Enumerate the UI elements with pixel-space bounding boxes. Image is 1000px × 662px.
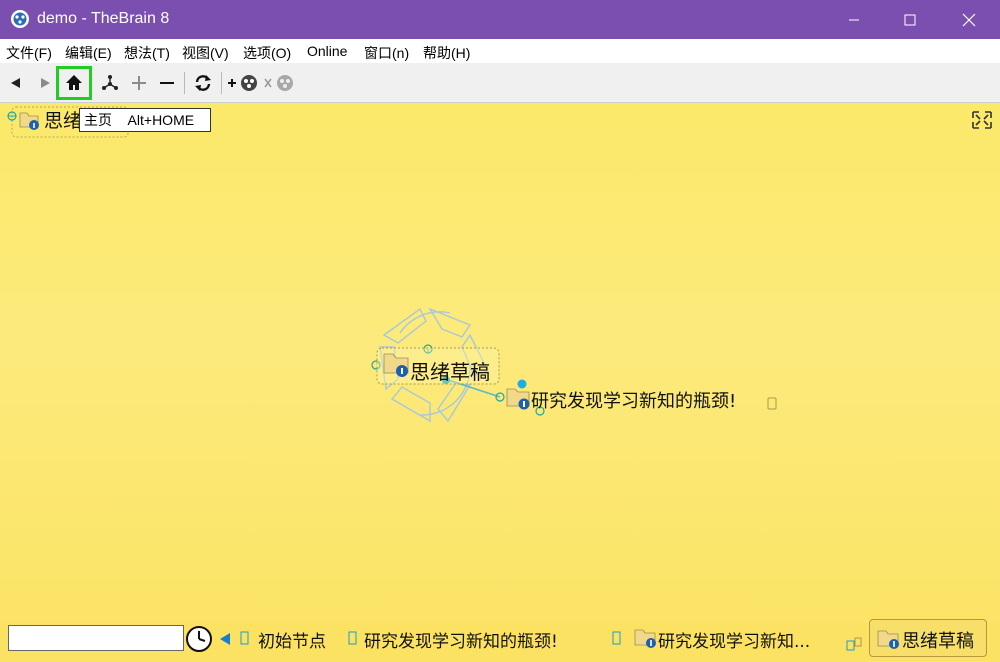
back-arrow-icon xyxy=(11,78,20,88)
current-thought-box[interactable]: 思绪草稿 xyxy=(869,619,987,657)
history-node-icon xyxy=(240,631,249,645)
toolbar-separator xyxy=(184,72,185,94)
note-icon xyxy=(767,397,777,410)
maximize-button[interactable] xyxy=(887,0,933,39)
menu-options[interactable]: 选项(O) xyxy=(243,43,291,63)
toolbar xyxy=(0,63,1000,103)
plex-layout-icon xyxy=(102,75,118,90)
history-back-icon[interactable] xyxy=(218,632,232,646)
current-thought-label: 思绪草稿 xyxy=(902,631,974,652)
zoom-out-button[interactable] xyxy=(156,69,178,97)
child-folder-icon xyxy=(506,388,530,410)
home-icon xyxy=(66,75,82,90)
history-item[interactable]: 研究发现学习新知... xyxy=(658,627,810,652)
current-folder-icon xyxy=(877,630,899,649)
menu-bar: 文件(F) 编辑(E) 想法(T) 视图(V) 选项(O) Online 窗口(… xyxy=(0,39,1000,63)
history-folder-icon xyxy=(634,629,656,648)
refresh-button[interactable] xyxy=(191,69,215,97)
remove-brain-icon xyxy=(264,75,293,91)
add-brain-button[interactable] xyxy=(227,69,261,97)
history-node-icon xyxy=(612,631,621,645)
fullscreen-icon[interactable] xyxy=(972,111,992,129)
back-button[interactable] xyxy=(4,69,26,97)
history-item[interactable]: 研究发现学习新知的瓶颈! xyxy=(364,627,558,652)
pinned-thought-label[interactable]: 思绪 xyxy=(44,106,82,133)
menu-file[interactable]: 文件(F) xyxy=(6,43,52,63)
thebrain-logo-icon xyxy=(11,10,29,28)
plex-layout-button[interactable] xyxy=(98,69,122,97)
minimize-icon xyxy=(849,19,859,20)
forward-button[interactable] xyxy=(34,69,56,97)
remove-brain-button[interactable] xyxy=(263,69,297,97)
history-node-icon xyxy=(846,637,862,651)
history-node-icon xyxy=(348,631,357,645)
close-button[interactable] xyxy=(946,0,992,39)
menu-edit[interactable]: 编辑(E) xyxy=(65,43,112,63)
menu-window[interactable]: 窗口(n) xyxy=(364,43,409,63)
minimize-button[interactable] xyxy=(831,0,877,39)
toolbar-separator xyxy=(221,72,222,94)
home-button[interactable] xyxy=(56,66,92,100)
minus-icon xyxy=(160,82,174,84)
search-input[interactable] xyxy=(8,625,184,651)
plus-icon xyxy=(132,76,146,90)
plex-graphics xyxy=(7,106,992,423)
add-brain-icon xyxy=(228,75,257,91)
plex-canvas[interactable]: 思绪 思绪草稿 研究发现学习新知的瓶颈! xyxy=(0,103,1000,623)
window-title: demo - TheBrain 8 xyxy=(37,10,170,27)
menu-help[interactable]: 帮助(H) xyxy=(423,43,470,63)
maximize-icon xyxy=(904,14,916,25)
home-tooltip: 主页 Alt+HOME xyxy=(79,108,211,132)
history-item[interactable]: 初始节点 xyxy=(258,627,326,652)
child-thought-label[interactable]: 研究发现学习新知的瓶颈! xyxy=(531,387,736,413)
clock-icon[interactable] xyxy=(185,625,213,653)
menu-view[interactable]: 视图(V) xyxy=(182,43,229,63)
refresh-icon xyxy=(195,75,211,91)
sibling-gate-icon[interactable] xyxy=(517,379,527,389)
title-bar: demo - TheBrain 8 xyxy=(0,0,1000,39)
menu-thought[interactable]: 想法(T) xyxy=(124,43,170,63)
zoom-in-button[interactable] xyxy=(128,69,150,97)
folder-icon xyxy=(19,112,39,130)
forward-arrow-icon xyxy=(41,78,50,88)
menu-online[interactable]: Online xyxy=(307,43,347,59)
close-icon xyxy=(962,13,976,26)
central-thought-label[interactable]: 思绪草稿 xyxy=(410,356,490,385)
